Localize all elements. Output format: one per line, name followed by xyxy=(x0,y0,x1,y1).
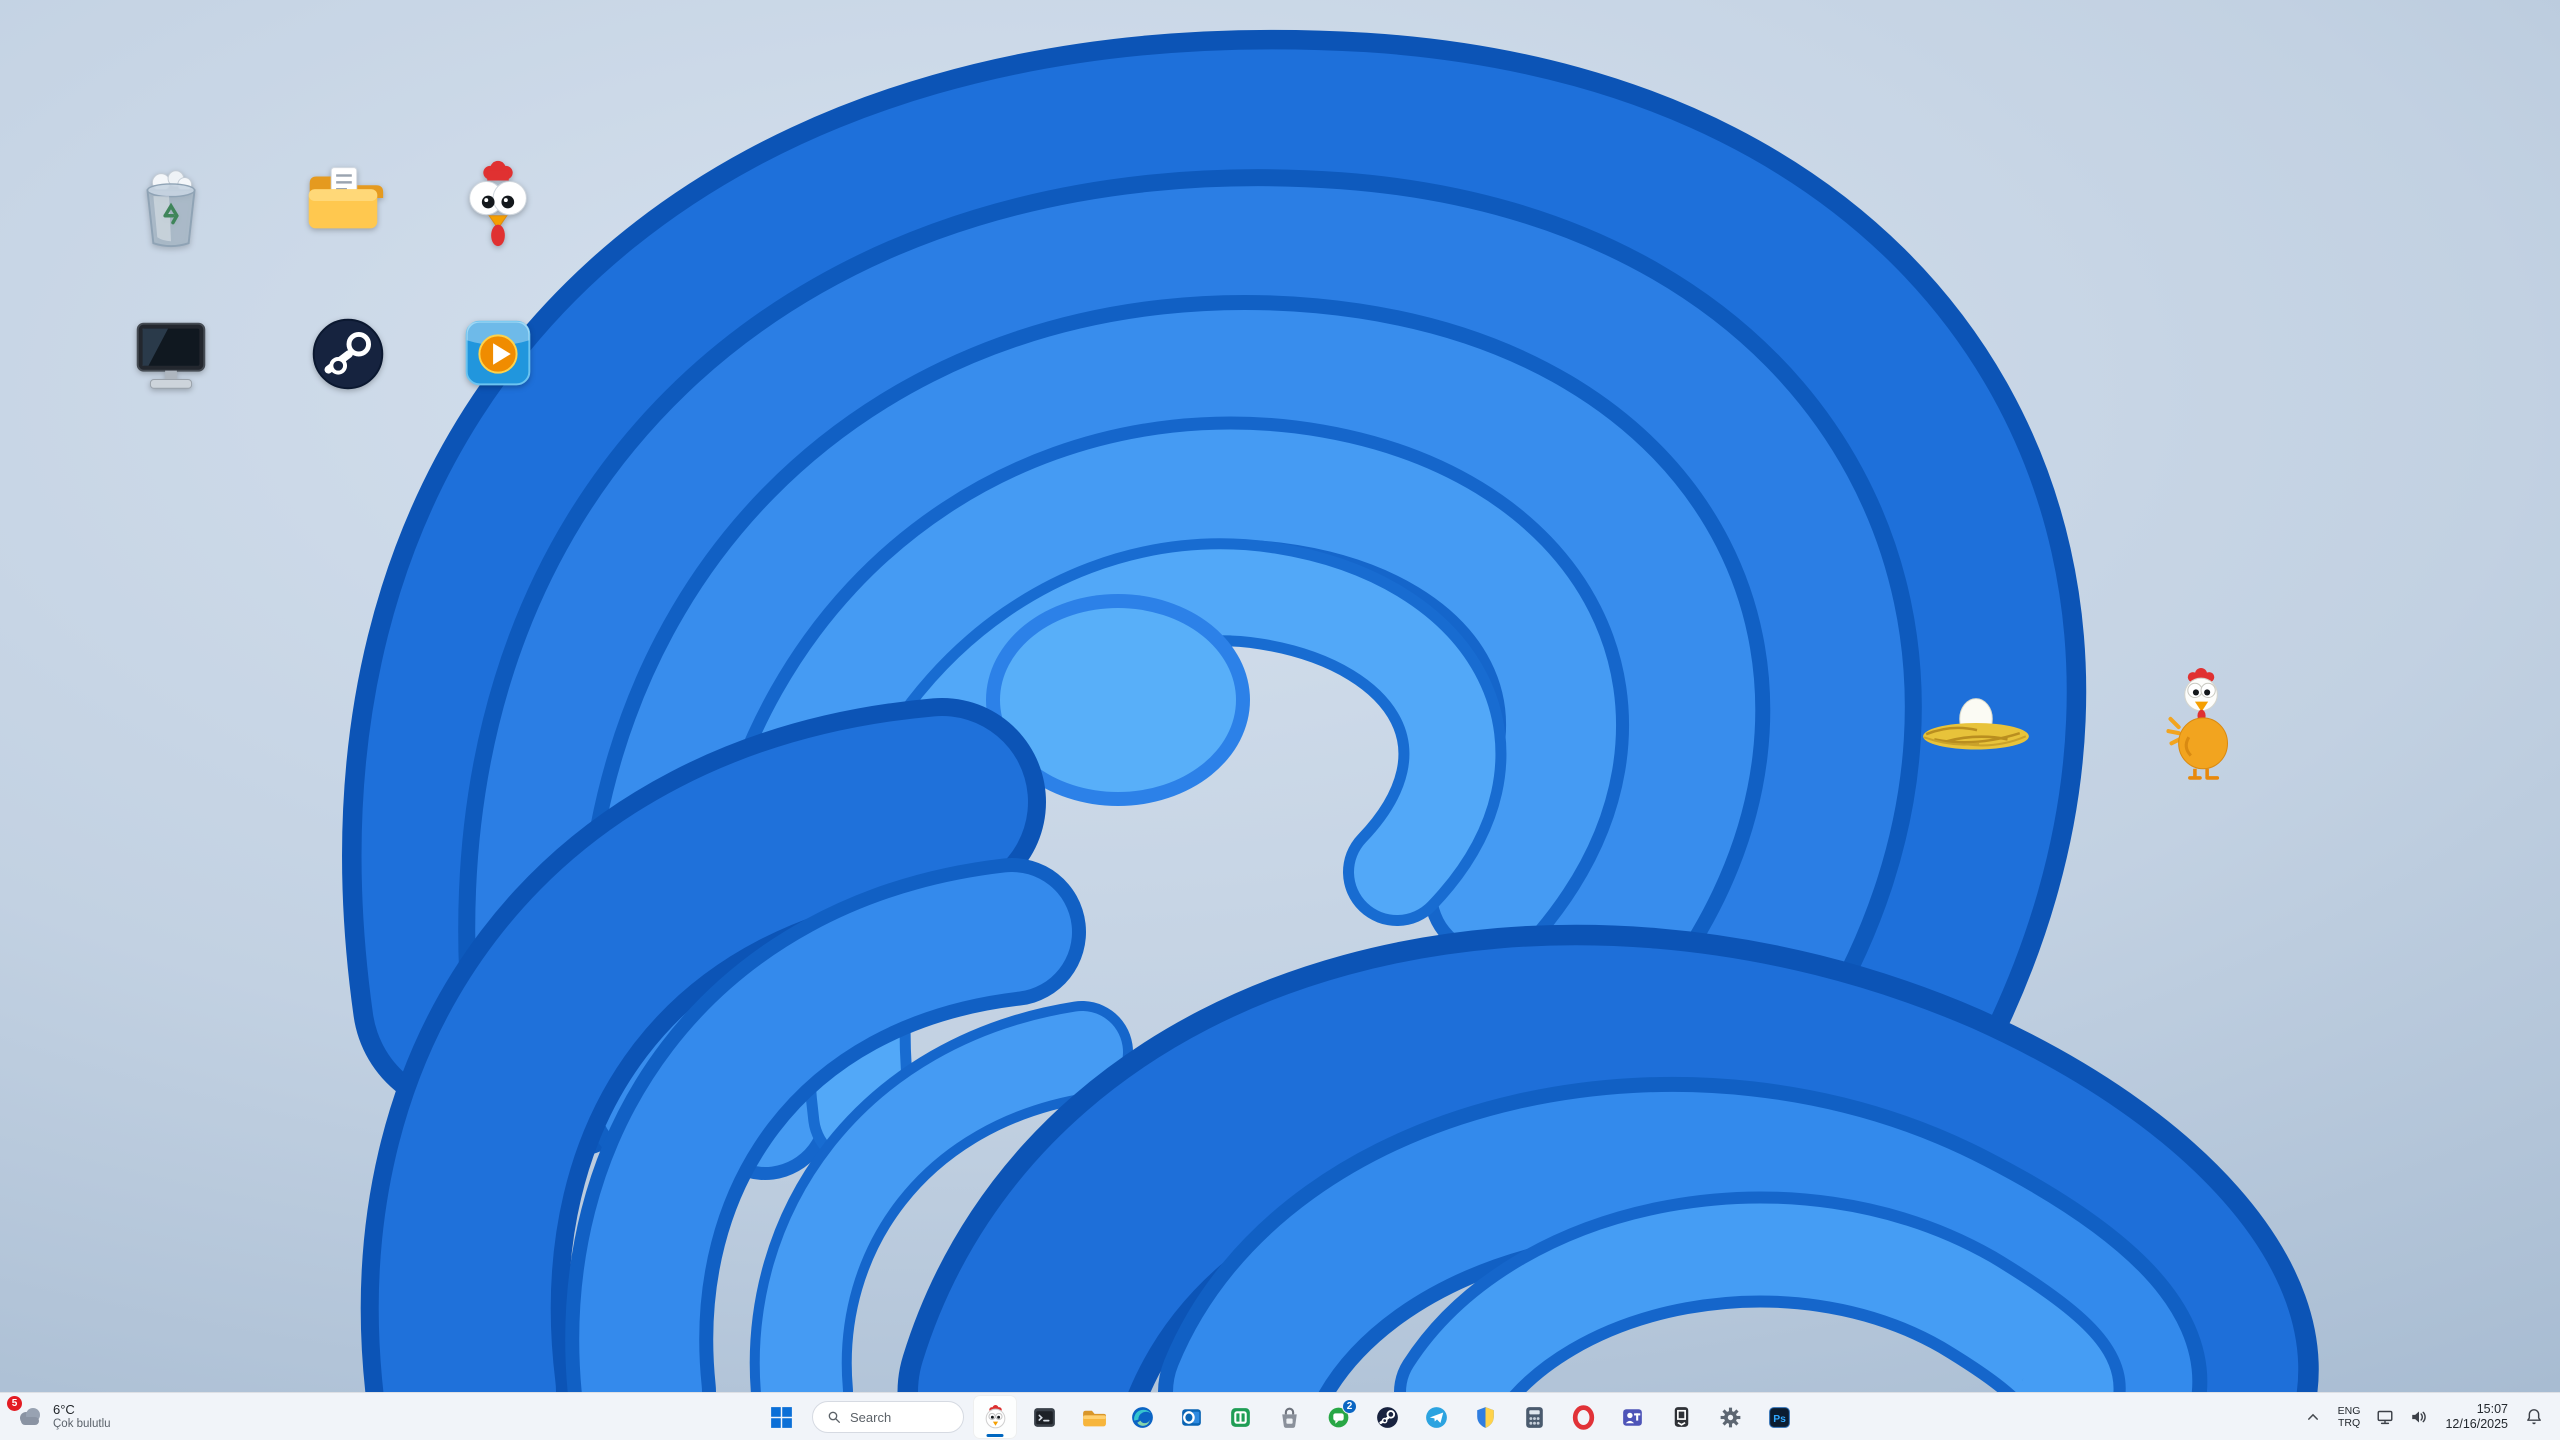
taskbar-app-file-explorer[interactable] xyxy=(1071,1395,1115,1439)
chat-unread-badge: 2 xyxy=(1342,1399,1357,1414)
running-indicator xyxy=(986,1434,1004,1437)
photoshop-icon: Ps xyxy=(1768,1406,1790,1428)
widgets-weather-button[interactable]: 5 6°C Çok bulutlu xyxy=(0,1393,125,1440)
taskbar-app-photoshop[interactable]: Ps xyxy=(1757,1395,1801,1439)
chicken-invaders-icon xyxy=(985,1404,1005,1428)
taskbar-app-terminal[interactable] xyxy=(1022,1395,1066,1439)
taskbar-app-telegram[interactable] xyxy=(1414,1395,1458,1439)
windows-logo-icon xyxy=(770,1406,792,1428)
computer-icon xyxy=(136,322,206,389)
svg-text:Ps: Ps xyxy=(1773,1414,1786,1425)
calculator-icon xyxy=(1525,1406,1543,1428)
chicken-pet-icon xyxy=(2166,668,2229,780)
egg-nest-icon xyxy=(1923,698,2029,750)
steam-taskbar-icon xyxy=(1376,1406,1398,1428)
language-line2: TRQ xyxy=(2337,1417,2361,1429)
taskbar-app-windows-security[interactable] xyxy=(1463,1395,1507,1439)
speaker-icon xyxy=(2412,1411,2427,1423)
taskbar-app-epic-games[interactable] xyxy=(1659,1395,1703,1439)
terminal-icon xyxy=(1033,1407,1055,1427)
clock[interactable]: 15:07 12/16/2025 xyxy=(2437,1402,2516,1432)
windows-desktop: 5 6°C Çok bulutlu Search 2 Ps ENG TRQ 15… xyxy=(0,0,2560,1440)
store-bag-icon xyxy=(1281,1407,1297,1428)
opera-icon xyxy=(1572,1404,1594,1430)
weather-temperature: 6°C xyxy=(53,1402,75,1417)
bell-icon xyxy=(2527,1409,2541,1425)
chevron-up-icon xyxy=(2307,1413,2318,1420)
edge-icon xyxy=(1131,1406,1153,1428)
desktop-icon-steam[interactable] xyxy=(293,295,403,413)
chicken-face-icon xyxy=(469,160,527,247)
taskbar-app-store[interactable] xyxy=(1267,1395,1311,1439)
epic-games-icon xyxy=(1674,1406,1688,1427)
start-button[interactable] xyxy=(759,1395,803,1439)
taskbar-app-opera[interactable] xyxy=(1561,1395,1605,1439)
desktop-icon-documents-folder[interactable] xyxy=(288,140,398,258)
file-explorer-icon xyxy=(1082,1410,1106,1426)
security-shield-icon xyxy=(1476,1406,1494,1428)
display-network-icon xyxy=(2377,1410,2393,1425)
outlook-icon xyxy=(1181,1408,1201,1426)
folder-icon xyxy=(308,167,384,229)
teams-icon xyxy=(1622,1408,1642,1426)
desktop-icon-media-player[interactable] xyxy=(443,294,553,412)
steam-icon xyxy=(312,318,384,390)
desktop-area[interactable] xyxy=(0,0,2560,1392)
clock-time: 15:07 xyxy=(2476,1402,2508,1416)
sprite-egg-nest[interactable] xyxy=(1916,688,2036,752)
desktop-icon-recycle-bin[interactable] xyxy=(116,145,226,263)
media-player-icon xyxy=(465,320,531,386)
tray-network-button[interactable] xyxy=(2369,1397,2401,1437)
widgets-notification-badge: 5 xyxy=(7,1396,22,1411)
taskbar-app-chat[interactable]: 2 xyxy=(1316,1395,1360,1439)
tray-overflow-button[interactable] xyxy=(2297,1397,2329,1437)
taskbar: 5 6°C Çok bulutlu Search 2 Ps ENG TRQ 15… xyxy=(0,1392,2560,1440)
desktop-icon-this-pc[interactable] xyxy=(116,296,226,414)
language-line1: ENG xyxy=(2337,1405,2361,1417)
taskbar-app-green-app[interactable] xyxy=(1218,1395,1262,1439)
system-tray: ENG TRQ 15:07 12/16/2025 xyxy=(2297,1393,2560,1440)
taskbar-app-edge[interactable] xyxy=(1120,1395,1164,1439)
tray-volume-button[interactable] xyxy=(2403,1397,2435,1437)
taskbar-app-outlook[interactable] xyxy=(1169,1395,1213,1439)
taskbar-app-chicken-invaders[interactable] xyxy=(973,1395,1017,1439)
search-placeholder: Search xyxy=(850,1409,892,1425)
green-app-icon xyxy=(1230,1407,1250,1427)
taskbar-app-calculator[interactable] xyxy=(1512,1395,1556,1439)
desktop-icon-chicken-game[interactable] xyxy=(443,145,553,263)
sprite-chicken-pet[interactable] xyxy=(2158,668,2240,782)
taskbar-app-settings[interactable] xyxy=(1708,1395,1752,1439)
weather-condition: Çok bulutlu xyxy=(53,1418,111,1430)
telegram-icon xyxy=(1425,1406,1447,1428)
taskbar-app-steam[interactable] xyxy=(1365,1395,1409,1439)
search-box[interactable]: Search xyxy=(812,1401,964,1433)
language-indicator[interactable]: ENG TRQ xyxy=(2331,1405,2368,1429)
clock-date: 12/16/2025 xyxy=(2445,1417,2508,1431)
recycle-bin-icon xyxy=(146,170,196,248)
search-icon xyxy=(828,1411,840,1423)
settings-gear-icon xyxy=(1720,1407,1740,1427)
taskbar-center: Search 2 Ps xyxy=(759,1393,1801,1440)
taskbar-app-teams[interactable] xyxy=(1610,1395,1654,1439)
notification-center-button[interactable] xyxy=(2518,1397,2550,1437)
